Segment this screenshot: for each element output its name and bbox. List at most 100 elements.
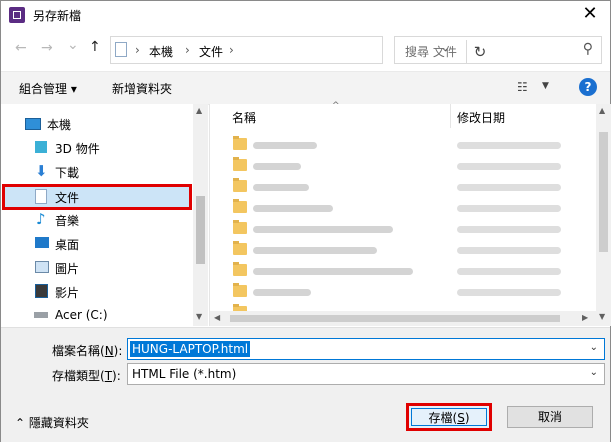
scroll-down-icon[interactable]: ▼ (599, 312, 605, 321)
list-item[interactable] (210, 135, 596, 155)
folder-location-icon (115, 42, 127, 57)
sidebar-item-3d-objects[interactable]: 3D 物件 (1, 136, 193, 158)
search-placeholder: 搜尋 文件 (405, 45, 457, 59)
sidebar-item-downloads[interactable]: ⬇ 下載 (1, 160, 193, 182)
breadcrumb-separator: › (185, 43, 190, 57)
back-icon[interactable]: ← (15, 40, 27, 56)
file-list-vertical-scrollbar[interactable]: ▲ ▼ (596, 104, 611, 326)
scroll-right-icon[interactable]: ▶ (582, 313, 588, 322)
folder-icon (233, 262, 247, 276)
hide-folders-button[interactable]: ⌃ 隱藏資料夾 (15, 414, 89, 431)
new-folder-button[interactable]: 新增資料夾 (112, 80, 172, 97)
list-item[interactable] (210, 303, 596, 311)
up-folder-icon[interactable]: ↑ (89, 39, 101, 55)
save-button-label: 存檔(S) (411, 408, 487, 426)
redacted-name (253, 289, 311, 296)
command-bar: 組合管理 ▾ 新增資料夾 ☷ ▼ ? (1, 71, 610, 105)
redacted-name (253, 247, 377, 254)
folder-icon (233, 136, 247, 150)
close-icon[interactable]: ✕ (578, 3, 602, 25)
sidebar-item-label: Acer (C:) (55, 308, 108, 322)
breadcrumb-separator: › (229, 43, 234, 57)
sidebar-item-documents[interactable]: 文件 (1, 185, 193, 207)
file-type-select[interactable]: HTML File (*.htm) ⌄ (127, 363, 605, 385)
scroll-up-icon[interactable]: ▲ (599, 106, 605, 115)
chevron-down-icon[interactable]: ⌄ (590, 342, 598, 353)
list-item[interactable] (210, 219, 596, 239)
breadcrumb-documents[interactable]: 文件 (199, 43, 223, 60)
sidebar-item-label: 圖片 (55, 262, 80, 276)
sidebar-item-pictures[interactable]: 圖片 (1, 256, 193, 278)
redacted-name (253, 163, 301, 170)
file-type-value: HTML File (*.htm) (132, 367, 237, 381)
scroll-up-icon[interactable]: ▲ (196, 106, 202, 115)
redacted-date (457, 205, 561, 212)
list-item[interactable] (210, 156, 596, 176)
folder-icon (233, 283, 247, 297)
cancel-button[interactable]: 取消 (507, 406, 593, 428)
chevron-down-icon[interactable]: ⌄ (590, 367, 598, 378)
list-item[interactable] (210, 282, 596, 302)
list-item[interactable] (210, 261, 596, 281)
redacted-name (253, 184, 309, 191)
file-list-horizontal-scrollbar[interactable]: ◀ ▶ (210, 311, 596, 326)
sidebar-item-videos[interactable]: 影片 (1, 280, 193, 302)
list-item[interactable] (210, 240, 596, 260)
sidebar-scrollbar[interactable]: ▲ ▼ (193, 104, 208, 326)
computer-icon (25, 118, 41, 130)
column-date-modified[interactable]: 修改日期 (457, 109, 505, 126)
scrollbar-thumb[interactable] (196, 196, 205, 264)
drive-icon (34, 312, 48, 318)
organize-menu-button[interactable]: 組合管理 ▾ (19, 80, 77, 97)
file-type-label: 存檔類型(T): (52, 369, 121, 383)
download-icon: ⬇ (35, 162, 48, 180)
video-icon (35, 284, 48, 298)
scrollbar-thumb[interactable] (599, 132, 608, 252)
forward-icon[interactable]: → (41, 40, 53, 56)
folder-icon (233, 157, 247, 171)
redacted-date (457, 247, 561, 254)
filename-value[interactable]: HUNG-LAPTOP.html (130, 341, 251, 357)
sort-arrow-icon: ^ (332, 101, 340, 111)
sidebar-item-desktop[interactable]: 桌面 (1, 232, 193, 254)
sidebar-item-label: 3D 物件 (55, 142, 100, 156)
search-input[interactable]: 搜尋 文件 ⚲ (394, 36, 602, 64)
sidebar-item-music[interactable]: ♪ 音樂 (1, 208, 193, 230)
list-item[interactable] (210, 198, 596, 218)
redacted-date (457, 268, 561, 275)
search-icon: ⚲ (582, 41, 593, 57)
sidebar-item-this-pc[interactable]: 本機 (1, 112, 193, 134)
sidebar-item-drive-c[interactable]: Acer (C:) (1, 304, 193, 326)
filename-field[interactable]: HUNG-LAPTOP.html ⌄ (127, 338, 605, 360)
title-bar: 另存新檔 ✕ (1, 1, 610, 29)
scroll-down-icon[interactable]: ▼ (196, 312, 202, 321)
column-divider[interactable] (450, 104, 451, 128)
redacted-name (253, 268, 413, 275)
redacted-date (457, 226, 561, 233)
view-options-icon[interactable]: ☷ (517, 80, 528, 94)
scroll-left-icon[interactable]: ◀ (214, 313, 220, 322)
redacted-date (457, 184, 561, 191)
list-item[interactable] (210, 177, 596, 197)
help-icon[interactable]: ? (579, 78, 597, 96)
sidebar-item-label: 文件 (55, 191, 80, 205)
scrollbar-thumb[interactable] (230, 315, 560, 322)
redacted-date (457, 289, 561, 296)
view-dropdown-icon[interactable]: ▼ (542, 81, 549, 91)
breadcrumb-separator: › (135, 43, 140, 57)
dialog-title: 另存新檔 (33, 9, 82, 23)
redacted-date (457, 142, 561, 149)
redacted-name (253, 142, 317, 149)
file-list: ^ 名稱 修改日期 ▲ ▼ ◀ ▶ (209, 101, 611, 326)
sidebar-item-label: 下載 (55, 166, 80, 180)
address-bar[interactable]: › 本機 › 文件 › ⌄ ↻ (110, 36, 486, 64)
column-name[interactable]: 名稱 (232, 109, 256, 126)
desktop-icon (35, 237, 49, 248)
sidebar-item-label: 本機 (47, 118, 72, 132)
save-button[interactable]: 存檔(S) (406, 403, 492, 431)
recent-locations-icon[interactable]: ⌄ (67, 37, 79, 53)
save-as-dialog: 另存新檔 ✕ ← → ⌄ ↑ › 本機 › 文件 › ⌄ ↻ 搜尋 文件 ⚲ 組… (0, 0, 611, 442)
sidebar-item-label: 音樂 (55, 214, 80, 228)
breadcrumb-this-pc[interactable]: 本機 (149, 43, 173, 60)
redacted-name (253, 226, 393, 233)
